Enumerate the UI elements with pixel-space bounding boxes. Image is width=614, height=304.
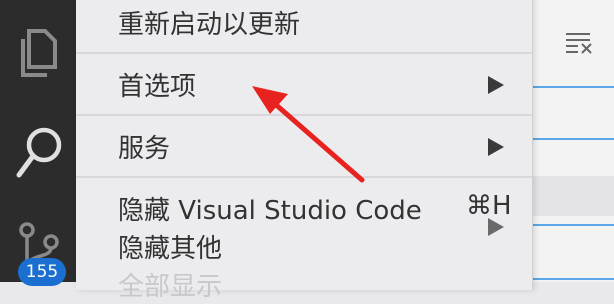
focus-outline <box>520 224 614 226</box>
focus-outline <box>520 278 614 280</box>
activity-bar: 155 <box>0 0 78 286</box>
menu-item-label: 重新启动以更新 <box>118 9 301 40</box>
menu-item-label: 服务 <box>118 133 171 164</box>
menu-item-label: 全部显示 <box>118 271 223 302</box>
menu-separator <box>76 52 532 54</box>
submenu-arrow-icon <box>488 76 504 94</box>
menu-item-label: 首选项 <box>118 71 197 102</box>
menu-item-hide-others[interactable]: 隐藏其他 <box>118 226 532 266</box>
menu-item-show-all[interactable]: 全部显示 <box>118 264 532 304</box>
focus-outline <box>520 86 614 88</box>
menu-item-preferences[interactable]: 首选项 <box>118 64 532 104</box>
side-panel <box>520 0 614 282</box>
menu-item-label: 隐藏其他 <box>118 233 223 264</box>
menu-item-label: 隐藏 Visual Studio Code <box>118 195 422 226</box>
app-context-menu: 重新启动以更新 首选项 服务 隐藏 Visual Studio Code ⌘H … <box>76 0 533 302</box>
submenu-arrow-icon <box>488 138 504 156</box>
shortcut-label: ⌘H <box>466 191 512 221</box>
explorer-button[interactable] <box>8 22 70 84</box>
search-button[interactable] <box>8 122 70 184</box>
menu-item-services[interactable]: 服务 <box>118 126 532 166</box>
collapse-all-icon[interactable] <box>564 30 594 54</box>
menu-separator <box>76 114 532 116</box>
search-icon <box>16 127 62 178</box>
menu-item-restart-to-update[interactable]: 重新启动以更新 <box>118 2 532 42</box>
panel-row <box>520 176 614 216</box>
files-icon <box>21 29 57 77</box>
focus-outline <box>520 138 614 140</box>
menu-separator <box>76 176 532 178</box>
